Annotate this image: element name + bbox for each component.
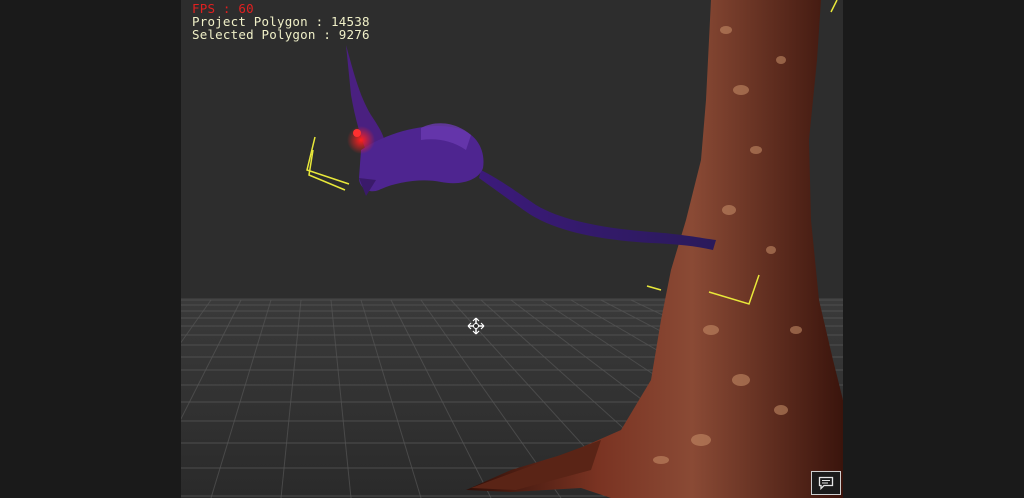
3d-viewport[interactable]: FPS : 60 Project Polygon : 14538 Selecte… [181, 0, 843, 498]
creature-glow [347, 126, 375, 154]
chat-icon [818, 476, 834, 490]
creature-model[interactable] [346, 45, 716, 250]
app-frame: FPS : 60 Project Polygon : 14538 Selecte… [0, 0, 1024, 498]
bracket-top-right [830, 0, 838, 13]
creature-eye [353, 129, 361, 137]
move-cursor-icon [467, 317, 485, 335]
chat-button[interactable] [811, 471, 841, 495]
bracket-bottom-left [646, 285, 662, 291]
scene-canvas[interactable] [181, 0, 843, 498]
selected-polygon-count: Selected Polygon : 9276 [192, 27, 370, 42]
viewport-stats-overlay: FPS : 60 Project Polygon : 14538 Selecte… [192, 2, 370, 41]
bracket-top-left-inner [308, 149, 346, 191]
creature-tail [479, 170, 716, 250]
